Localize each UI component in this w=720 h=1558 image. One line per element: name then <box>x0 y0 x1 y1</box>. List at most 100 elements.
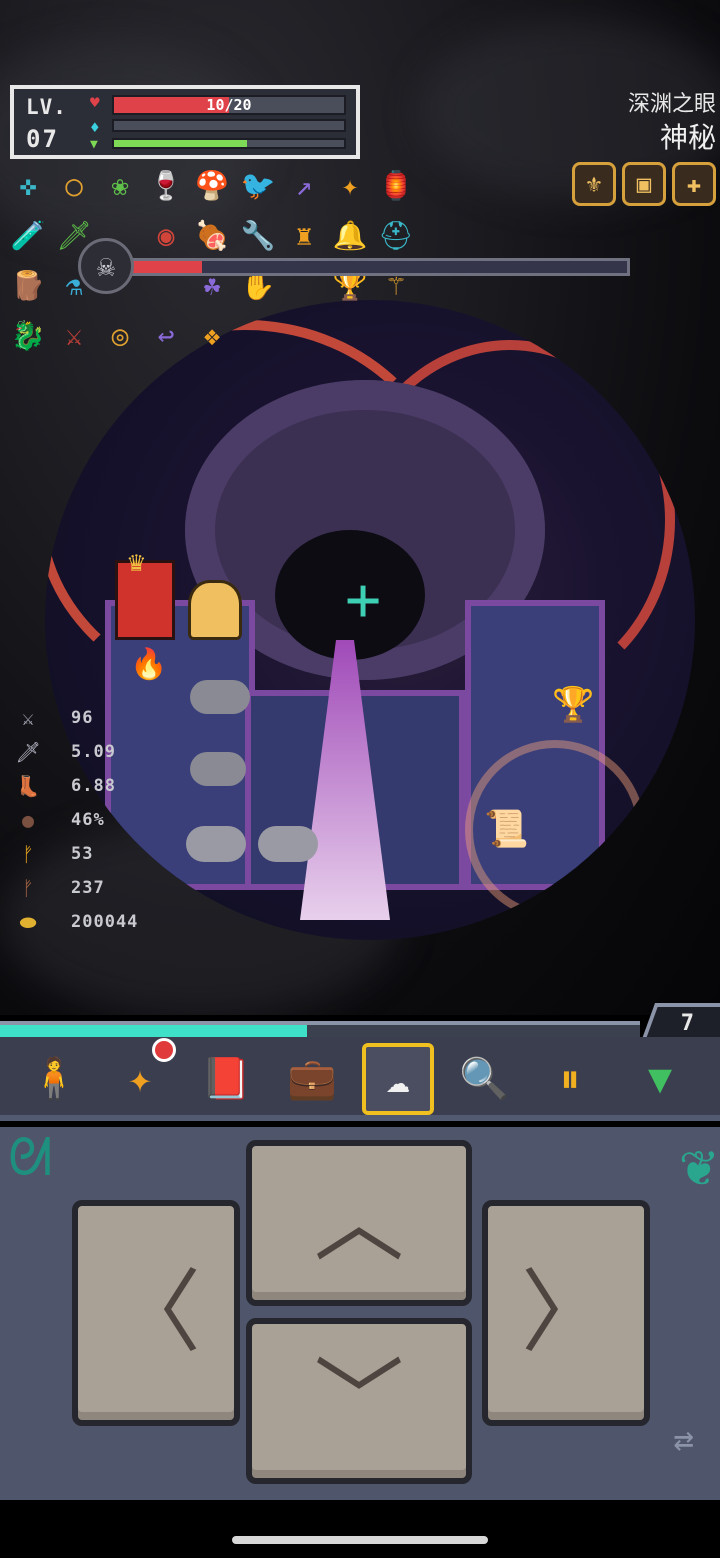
boss-health-track <box>130 258 630 276</box>
mushroom-icon[interactable]: 🍄 <box>190 164 234 208</box>
target-button[interactable]: ☁ <box>362 1043 434 1115</box>
rune-icon[interactable]: ✜ <box>6 164 50 208</box>
player-stats-list: ⚔ 96 🗡 5.09 👢 6.88 ● 46% ᚠ 53 ᚠ 237 ⬬ 200044 <box>14 704 214 942</box>
scroll-pickup-icon: 📜 <box>484 809 529 850</box>
leaf-icon[interactable]: ❀ <box>98 164 142 208</box>
hp-text: 10/20 <box>206 96 252 114</box>
empty-slot <box>420 164 464 208</box>
gold-icon: ⬬ <box>19 910 37 934</box>
stat-value: 53 <box>71 844 94 864</box>
shield-relic-icon[interactable]: ▣ <box>622 162 666 206</box>
swap-icon[interactable]: ⇄ <box>674 1420 694 1460</box>
xp-bar <box>112 138 346 149</box>
home-indicator[interactable] <box>232 1536 488 1544</box>
floor-progress: 7 <box>0 1003 720 1039</box>
collapse-button[interactable]: ▼ <box>624 1043 696 1115</box>
gem-icon[interactable]: ❖ <box>190 314 234 358</box>
mp-bar <box>112 119 346 132</box>
stat-row: ᚠ 237 <box>14 874 214 908</box>
bottle-icon[interactable]: 🧪 <box>6 214 50 258</box>
empty-slot <box>236 314 280 358</box>
chevron-up-icon: ︿ <box>314 1170 404 1275</box>
stat-value: 5.09 <box>71 742 116 762</box>
leaf-decoration-icon: ❦ <box>679 1130 716 1200</box>
stat-value: 46% <box>71 810 105 830</box>
character-icon: 🧍 <box>29 1056 79 1102</box>
stat-row: 🗡 5.09 <box>14 738 214 772</box>
pause-button[interactable]: ⏸ <box>534 1043 606 1115</box>
stat-row: ᚠ 53 <box>14 840 214 874</box>
heart-icon: ♥ <box>90 93 100 112</box>
cross-relic-icon[interactable]: ✚ <box>672 162 716 206</box>
magnifier-icon: 🔍 <box>459 1056 509 1102</box>
attack-icon: ⚔ <box>21 706 35 730</box>
book-icon: 📕 <box>201 1056 251 1102</box>
skull-icon: ☠ <box>78 238 134 294</box>
stat-value: 96 <box>71 708 94 728</box>
stat-value: 6.88 <box>71 776 116 796</box>
attack-speed-icon: 🗡 <box>15 740 41 764</box>
dark-key-icon: ᚠ <box>22 876 34 900</box>
hero-player <box>188 580 242 640</box>
blade-icon[interactable]: ⚔ <box>52 314 96 358</box>
sparkle-icon: ✦ <box>127 1056 153 1102</box>
boss-health-bar: ☠ <box>78 238 634 298</box>
dpad-right-button[interactable]: 〉 <box>482 1200 650 1426</box>
red-knight-ally <box>115 560 175 640</box>
stat-row: 👢 6.88 <box>14 772 214 806</box>
system-nav-bar <box>0 1500 720 1558</box>
collapse-icon: ▼ <box>647 1056 673 1102</box>
lantern-relic-icon[interactable]: ⚜ <box>572 162 616 206</box>
floor-number: 7 <box>680 1011 694 1036</box>
mana-icon: ♦ <box>90 118 100 137</box>
xp-icon: ▼ <box>90 137 98 152</box>
fire-icon: 🔥 <box>130 647 168 682</box>
xp-bar-fill <box>114 140 248 147</box>
ring-icon[interactable]: ◯ <box>52 164 96 208</box>
relic-slots: ⚜ ▣ ✚ <box>572 162 716 206</box>
key-icon: ᚠ <box>22 842 34 866</box>
log-icon[interactable]: 🪵 <box>6 264 50 308</box>
boss-health-fill <box>133 261 203 273</box>
floor-progress-fill <box>0 1025 308 1037</box>
search-button[interactable]: 🔍 <box>448 1043 520 1115</box>
pause-icon: ⏸ <box>560 1056 580 1102</box>
dragon-icon[interactable]: 🐉 <box>6 314 50 358</box>
empty-slot <box>420 314 464 358</box>
lantern-icon[interactable]: 🏮 <box>374 164 418 208</box>
empty-slot <box>328 314 372 358</box>
star-icon[interactable]: ✦ <box>328 164 372 208</box>
action-toolbar: 🧍 ✦ 📕 💼 ☁ 🔍 ⏸ ▼ <box>0 1037 720 1121</box>
stat-row: ● 46% <box>14 806 214 840</box>
chevron-down-icon: ﹀ <box>314 1348 404 1453</box>
stat-row: ⚔ 96 <box>14 704 214 738</box>
dpad-up-button[interactable]: ︿ <box>246 1140 472 1306</box>
boomerang-icon[interactable]: ↩ <box>144 314 188 358</box>
chevron-right-icon: 〉 <box>521 1260 611 1365</box>
level-label: LV. <box>26 95 67 119</box>
dpad-left-button[interactable]: 〈 <box>72 1200 240 1426</box>
bag-button[interactable]: 💼 <box>276 1043 348 1115</box>
hp-bar: 10/20 <box>112 95 346 115</box>
vine-decoration-icon: ᘛ <box>8 1128 53 1188</box>
area-description: 神秘 <box>659 121 716 154</box>
level-value: 07 <box>26 125 59 153</box>
stat-value: 237 <box>71 878 105 898</box>
bird-icon[interactable]: 🐦 <box>236 164 280 208</box>
notification-badge <box>152 1038 176 1062</box>
character-button[interactable]: 🧍 <box>18 1043 90 1115</box>
journal-button[interactable]: 📕 <box>190 1043 262 1115</box>
smoke-cloud <box>258 826 318 862</box>
spear-icon[interactable]: ↗ <box>282 164 326 208</box>
crit-icon: ● <box>21 808 35 832</box>
chevron-left-icon: 〈 <box>111 1260 201 1365</box>
chalice-pickup-icon: 🏆 <box>552 685 595 725</box>
target-icon[interactable]: ◎ <box>98 314 142 358</box>
stat-value: 200044 <box>71 912 139 932</box>
floor-progress-track <box>0 1021 640 1037</box>
cup-icon[interactable]: 🍷 <box>144 164 188 208</box>
empty-slot <box>282 314 326 358</box>
cloud-target-icon: ☁ <box>385 1056 411 1102</box>
dpad-down-button[interactable]: ﹀ <box>246 1318 472 1484</box>
area-name: 深渊之眼 <box>627 92 716 117</box>
